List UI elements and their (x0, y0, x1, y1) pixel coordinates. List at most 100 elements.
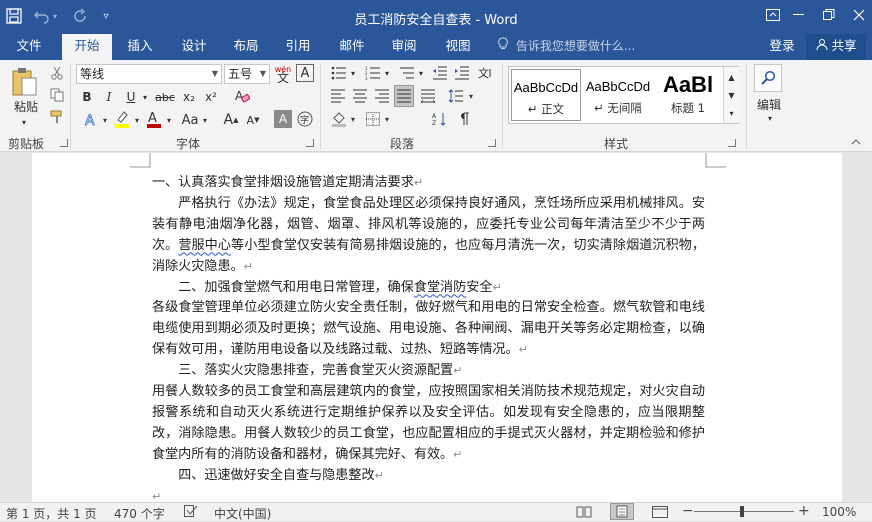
tab-design[interactable]: 设计 (172, 34, 216, 60)
font-launcher-icon[interactable] (306, 139, 314, 147)
tell-me-box[interactable]: 告诉我您想要做什么... (498, 34, 635, 60)
increase-indent-icon[interactable] (452, 64, 472, 82)
share-button[interactable]: 共享 (806, 34, 866, 60)
text-effects-dropdown-icon[interactable]: ▾ (100, 110, 110, 130)
align-right-icon[interactable] (372, 87, 392, 105)
align-center-icon[interactable] (350, 87, 370, 105)
page-count[interactable]: 第 1 页，共 1 页 (6, 505, 97, 522)
superscript-button[interactable]: x² (202, 88, 220, 106)
strikethrough-button[interactable]: abc (154, 88, 176, 106)
minimize-icon[interactable] (784, 2, 814, 28)
character-border-button[interactable]: A (296, 64, 314, 82)
phonetic-guide-button[interactable]: wén 文 (274, 62, 292, 86)
ribbon-tab-bar: 文件 开始 插入 设计 布局 引用 邮件 审阅 视图 告诉我您想要做什么... … (0, 34, 872, 60)
italic-button[interactable]: I (100, 88, 118, 106)
numbering-icon[interactable]: 123 (362, 64, 384, 82)
language-indicator[interactable]: 中文(中国) (214, 505, 271, 522)
styles-more-icon[interactable]: ▾ (724, 105, 739, 121)
underline-dropdown-icon[interactable]: ▾ (140, 88, 150, 106)
editing-label[interactable]: 编辑 (752, 96, 786, 112)
font-color-dropdown-icon[interactable]: ▾ (164, 110, 174, 130)
paste-icon[interactable] (8, 64, 42, 100)
paragraph-2: 各级食堂管理单位必须建立防火安全责任制，做好燃气和用电的日常安全检查。燃气软管和… (152, 298, 705, 361)
tab-home[interactable]: 开始 (62, 34, 112, 60)
clear-formatting-icon[interactable]: A (232, 86, 252, 106)
change-case-dropdown-icon[interactable]: ▾ (200, 110, 210, 130)
restore-icon[interactable] (814, 2, 844, 28)
shading-icon[interactable] (328, 110, 350, 128)
style-no-spacing[interactable]: AaBbCcDd ↵ 无间隔 (583, 69, 653, 121)
bold-button[interactable]: B (78, 88, 96, 106)
highlight-dropdown-icon[interactable]: ▾ (132, 110, 142, 130)
close-icon[interactable] (844, 2, 872, 28)
tab-mailings[interactable]: 邮件 (330, 34, 374, 60)
change-case-button[interactable]: Aa (178, 110, 202, 130)
zoom-slider-track[interactable] (694, 511, 794, 512)
tab-insert[interactable]: 插入 (118, 34, 162, 60)
numbering-dropdown-icon[interactable]: ▾ (382, 64, 392, 82)
text-effects-icon[interactable]: A (80, 110, 102, 130)
paste-label[interactable]: 粘贴 (6, 98, 46, 114)
paragraph-launcher-icon[interactable] (488, 139, 496, 147)
distributed-icon[interactable] (418, 87, 438, 105)
zoom-slider-thumb[interactable] (740, 506, 744, 517)
tab-file[interactable]: 文件 (4, 34, 54, 60)
copy-icon[interactable] (48, 86, 66, 104)
style-heading-1[interactable]: AaBl 标题 1 (655, 69, 721, 121)
subscript-button[interactable]: x₂ (180, 88, 198, 106)
character-shading-button[interactable]: A (274, 110, 292, 128)
show-marks-icon[interactable] (454, 110, 474, 128)
line-spacing-dropdown-icon[interactable]: ▾ (466, 87, 476, 105)
borders-dropdown-icon[interactable]: ▾ (382, 110, 392, 128)
grow-font-button[interactable]: A ▲ (222, 110, 240, 130)
underline-button[interactable]: U (122, 88, 140, 106)
styles-launcher-icon[interactable] (728, 139, 736, 147)
bullets-icon[interactable] (328, 64, 350, 82)
multilevel-dropdown-icon[interactable]: ▾ (416, 64, 426, 82)
tab-layout[interactable]: 布局 (224, 34, 268, 60)
styles-up-icon[interactable]: ▲ (724, 69, 739, 85)
tab-references[interactable]: 引用 (276, 34, 320, 60)
shading-dropdown-icon[interactable]: ▾ (348, 110, 358, 128)
justify-icon[interactable] (394, 85, 414, 107)
font-size-combo[interactable]: 五号 ▼ (224, 64, 270, 84)
lightbulb-icon (498, 34, 512, 58)
web-layout-icon[interactable] (652, 506, 668, 521)
style-normal[interactable]: AaBbCcDd ↵ 正文 (511, 69, 581, 121)
decrease-indent-icon[interactable] (430, 64, 450, 82)
font-color-icon[interactable]: A (144, 108, 164, 130)
para-mark: ↵ (453, 364, 463, 378)
asian-layout-icon[interactable]: 文 (476, 64, 496, 82)
enclose-characters-icon[interactable]: 字 (296, 110, 314, 128)
bullets-dropdown-icon[interactable]: ▾ (348, 64, 358, 82)
word-count[interactable]: 470 个字 (114, 505, 165, 522)
format-painter-icon[interactable] (48, 108, 66, 126)
style-sample: AaBl (662, 72, 714, 97)
sort-icon[interactable]: AZ (430, 110, 450, 128)
borders-icon[interactable] (362, 110, 384, 128)
font-name-combo[interactable]: 等线 ▼ (76, 64, 222, 84)
paste-dropdown-icon[interactable]: ▾ (16, 116, 32, 128)
multilevel-list-icon[interactable] (396, 64, 418, 82)
tab-review[interactable]: 审阅 (382, 34, 426, 60)
align-left-icon[interactable] (328, 87, 348, 105)
zoom-in-icon[interactable]: + (798, 503, 810, 519)
print-layout-icon[interactable] (610, 503, 634, 520)
zoom-out-icon[interactable]: − (682, 503, 694, 519)
zoom-level[interactable]: 100% (822, 505, 856, 519)
shrink-font-button[interactable]: A ▼ (244, 110, 262, 130)
styles-down-icon[interactable]: ▼ (724, 87, 739, 103)
highlight-color-icon[interactable] (112, 108, 132, 130)
editing-dropdown-icon[interactable]: ▾ (762, 112, 778, 124)
read-mode-icon[interactable] (576, 506, 592, 521)
heading-1-text: 一、认真落实食堂排烟设施管道定期清洁要求 (152, 175, 414, 190)
sign-in-link[interactable]: 登录 (762, 34, 802, 60)
tab-view[interactable]: 视图 (436, 34, 480, 60)
find-icon[interactable] (754, 64, 782, 92)
proofing-icon[interactable] (184, 505, 198, 521)
document-body[interactable]: 一、认真落实食堂排烟设施管道定期清洁要求↵ 严格执行《办法》规定，食堂食品处理区… (152, 173, 705, 502)
clipboard-launcher-icon[interactable] (60, 139, 68, 147)
cut-icon[interactable] (48, 64, 66, 82)
line-spacing-icon[interactable] (446, 87, 466, 105)
collapse-ribbon-icon[interactable] (848, 136, 864, 148)
